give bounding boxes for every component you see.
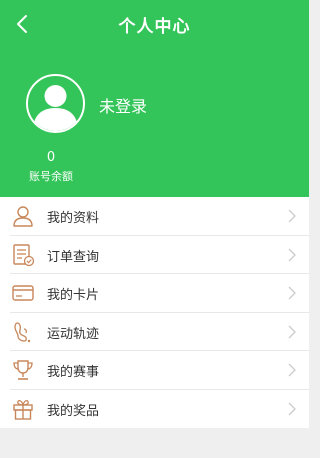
footprint-icon (14, 321, 31, 342)
menu-item-events[interactable]: 我的赛事 (0, 351, 309, 390)
profile-header: 个人中心 未登录 0 账号余额 (0, 0, 309, 197)
menu-item-label: 我的赛事 (47, 365, 100, 380)
order-list-icon (13, 243, 35, 266)
person-icon (13, 206, 33, 227)
account-balance-label: 账号余额 (29, 170, 73, 183)
menu-item-tracks[interactable]: 运动轨迹 (0, 313, 309, 352)
trophy-icon (13, 360, 33, 380)
menu-item-profile[interactable]: 我的资料 (0, 197, 309, 236)
chevron-right-icon (288, 286, 296, 300)
menu-item-label: 我的奖品 (47, 403, 100, 419)
user-avatar-icon (33, 85, 78, 131)
gift-icon (13, 399, 33, 420)
menu-item-label: 运动轨迹 (47, 326, 100, 342)
chevron-right-icon (288, 363, 296, 377)
menu-item-prizes[interactable]: 我的奖品 (0, 390, 309, 429)
page-title: 个人中心 (118, 17, 191, 37)
user-center-screen: 个人中心 未登录 0 账号余额 我的资料 订单查询 我的卡片 运动轨迹 我的赛事… (0, 0, 309, 458)
menu-list: 我的资料 订单查询 我的卡片 运动轨迹 我的赛事 我的奖品 (0, 197, 309, 428)
menu-item-label: 订单查询 (47, 249, 100, 265)
avatar[interactable] (26, 74, 85, 133)
chevron-right-icon (288, 402, 296, 415)
login-status[interactable]: 未登录 (99, 93, 147, 117)
menu-item-orders[interactable]: 订单查询 (0, 236, 309, 275)
menu-item-cards[interactable]: 我的卡片 (0, 274, 309, 313)
card-icon (12, 285, 34, 301)
chevron-right-icon (288, 325, 296, 338)
menu-item-label: 我的卡片 (47, 288, 100, 303)
chevron-right-icon (288, 248, 296, 261)
menu-item-label: 我的资料 (47, 211, 100, 226)
chevron-right-icon (288, 209, 296, 223)
account-balance-value: 0 (46, 150, 56, 165)
